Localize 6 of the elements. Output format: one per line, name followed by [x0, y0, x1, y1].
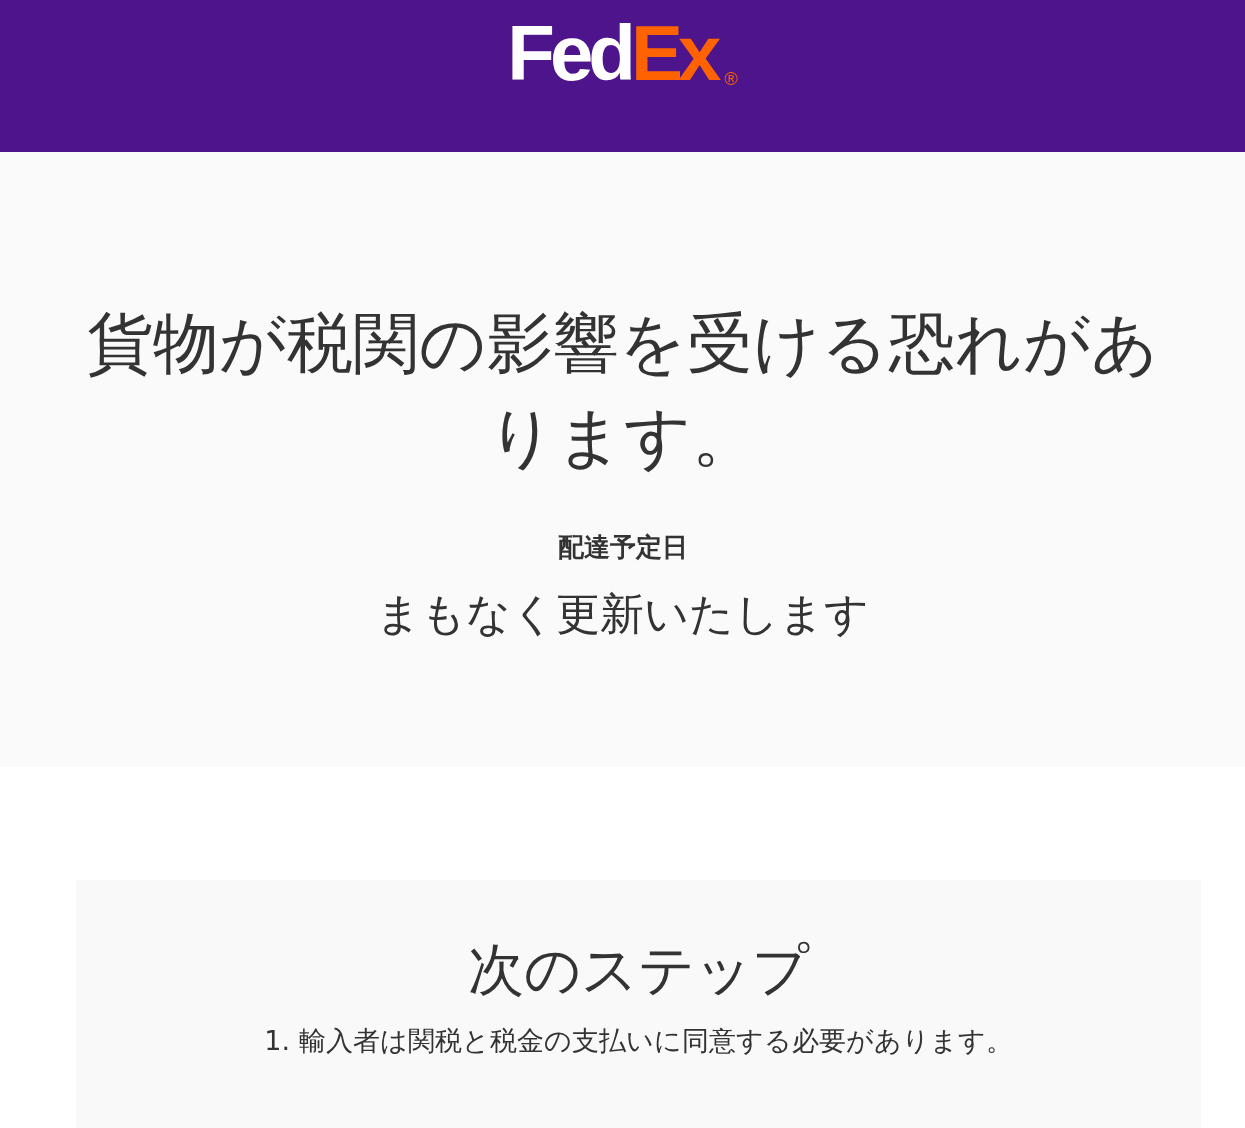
delivery-label: 配達予定日	[557, 531, 688, 564]
logo[interactable]: FedEx®	[507, 14, 738, 92]
status-heading: 貨物が税関の影響を受ける恐れがあります。	[85, 304, 1160, 478]
delivery-value: まもなく更新いたします	[376, 587, 869, 641]
step-text: 1. 輸入者は関税と税金の支払いに同意する必要があります。	[264, 1024, 1013, 1058]
next-steps-title: 次のステップ	[468, 936, 809, 1004]
